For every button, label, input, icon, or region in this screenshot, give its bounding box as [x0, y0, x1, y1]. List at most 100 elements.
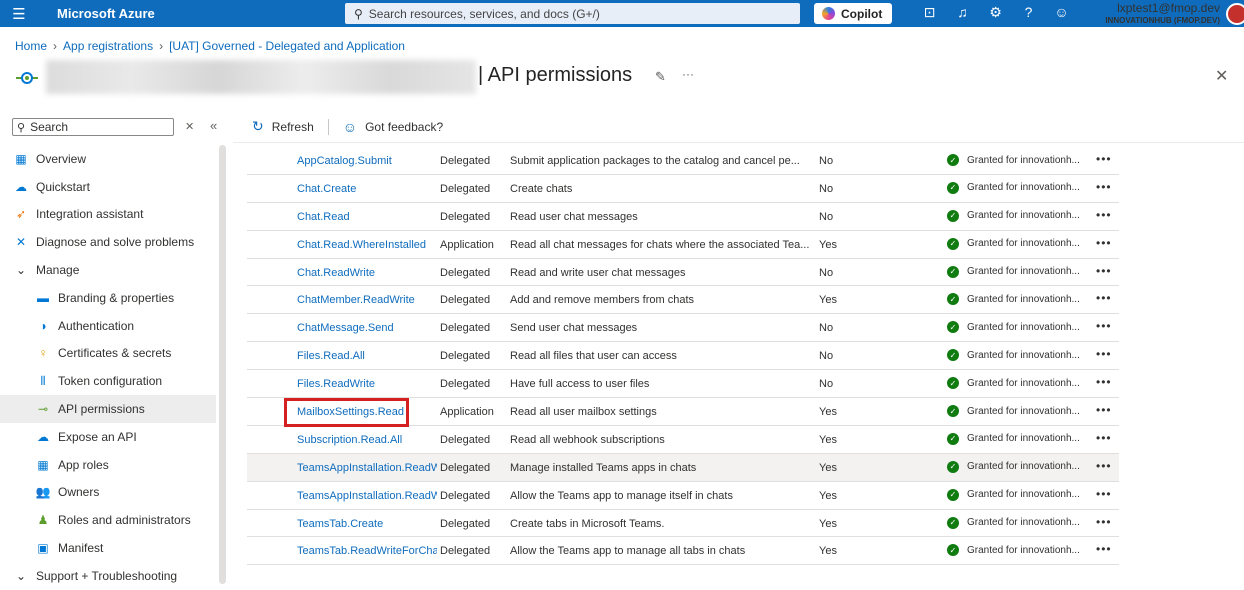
row-more-options-icon[interactable]: ••• — [1096, 515, 1112, 529]
table-row: Files.Read.All Delegated Read all files th… — [247, 342, 1119, 371]
table-row: ChatMember.ReadWrite Delegated Add and rem… — [247, 286, 1119, 315]
sidebar-item-app-roles[interactable]: ▦ App roles — [0, 451, 216, 479]
permission-name-link[interactable]: Files.Read.All — [297, 350, 437, 362]
table-row: Chat.Read Delegated Read user chat message… — [247, 203, 1119, 231]
sidebar-item-integration-assistant[interactable]: ➶ Integration assistant — [0, 201, 216, 229]
status-text: Granted for innovationh... — [967, 238, 1080, 250]
row-more-options-icon[interactable]: ••• — [1096, 431, 1112, 445]
sidebar-item-overview[interactable]: ▦ Overview — [0, 145, 216, 173]
permission-name-link[interactable]: TeamsAppInstallation.ReadW — [297, 462, 437, 474]
sidebar-item-branding-properties[interactable]: ▬ Branding & properties — [0, 284, 216, 312]
sidebar-item-label: Expose an API — [58, 429, 137, 444]
row-more-options-icon[interactable]: ••• — [1096, 236, 1112, 250]
sidebar-item-manage[interactable]: ⌄ Manage — [0, 256, 216, 284]
sidebar-item-label: Token configuration — [58, 374, 163, 389]
row-more-options-icon[interactable]: ••• — [1096, 459, 1112, 473]
notifications-icon[interactable]: ♫ — [946, 4, 979, 21]
breadcrumb-app-registrations[interactable]: App registrations — [63, 39, 153, 53]
avatar[interactable] — [1226, 3, 1244, 25]
feedback-button[interactable]: ☺ Got feedback? — [343, 119, 443, 135]
toolbar-divider — [327, 118, 329, 135]
table-row: Subscription.Read.All Delegated Read all w… — [247, 426, 1119, 454]
sidebar-item-label: Overview — [36, 151, 87, 166]
sidebar-item-certificates-secrets[interactable]: ♀ Certificates & secrets — [0, 340, 216, 368]
permissions-table: AppCatalog.Submit Delegated Submit applica… — [247, 147, 1119, 566]
permission-name-link[interactable]: Chat.Read.WhereInstalled — [297, 239, 437, 251]
permission-name-link[interactable]: Chat.Read — [297, 211, 437, 223]
help-icon[interactable]: ? — [1012, 4, 1045, 21]
settings-gear-icon[interactable]: ⚙ — [979, 4, 1012, 21]
row-more-options-icon[interactable]: ••• — [1096, 375, 1112, 389]
status-text: Granted for innovationh... — [967, 349, 1080, 361]
sidebar-item-token-configuration[interactable]: ⦀ Token configuration — [0, 367, 216, 395]
sidebar-item-diagnose-and-solve-problems[interactable]: ✕ Diagnose and solve problems — [0, 228, 216, 256]
sidebar-item-quickstart[interactable]: ☁ Quickstart — [0, 173, 216, 201]
row-more-options-icon[interactable]: ••• — [1096, 403, 1112, 417]
row-more-options-icon[interactable]: ••• — [1096, 319, 1112, 333]
checkmark-icon: ✓ — [947, 321, 959, 334]
pin-icon[interactable]: ✎ — [655, 69, 666, 85]
permission-description: Have full access to user files — [510, 378, 650, 391]
permission-description: Read user chat messages — [510, 210, 638, 223]
toolbar-divider-line — [233, 142, 1244, 143]
close-icon[interactable]: ✕ — [1215, 66, 1228, 86]
chevron-right-icon: › — [53, 39, 58, 53]
user-tenant: INNOVATIONHUB (FMOP.DEV) — [1105, 16, 1220, 25]
permission-description: Allow the Teams app to manage all tabs i… — [510, 545, 746, 558]
status-badge: ✓ Granted for innovationh... — [947, 181, 1087, 194]
feedback-icon[interactable]: ☺ — [1045, 4, 1078, 21]
copilot-button[interactable]: Copilot — [814, 3, 892, 24]
cloud-shell-icon[interactable]: ⊡ — [913, 4, 946, 21]
sidebar-search-input[interactable]: ⚲ Search — [12, 118, 174, 136]
sidebar-item-support-troubleshooting[interactable]: ⌄ Support + Troubleshooting — [0, 562, 216, 590]
global-search-input[interactable]: ⚲ Search resources, services, and docs (… — [345, 3, 800, 24]
sidebar-item-manifest[interactable]: ▣ Manifest — [0, 534, 216, 562]
sidebar-item-expose-an-api[interactable]: ☁ Expose an API — [0, 423, 216, 451]
sidebar-item-label: Owners — [58, 485, 100, 500]
permission-name-link[interactable]: AppCatalog.Submit — [297, 155, 437, 167]
permission-name-link[interactable]: TeamsTab.ReadWriteForChat — [297, 545, 437, 557]
row-more-options-icon[interactable]: ••• — [1096, 347, 1112, 361]
admin-consent-required: Yes — [819, 238, 837, 251]
row-more-options-icon[interactable]: ••• — [1096, 542, 1112, 556]
refresh-button[interactable]: ↻ Refresh — [252, 118, 314, 135]
permission-name-link[interactable]: ChatMessage.Send — [297, 322, 437, 334]
sidebar-item-label: App roles — [58, 457, 109, 472]
permission-description: Read all files that user can access — [510, 350, 677, 363]
table-row: TeamsAppInstallation.ReadW Delegated Allow… — [247, 482, 1119, 510]
breadcrumb-app[interactable]: [UAT] Governed - Delegated and Applicati… — [169, 39, 405, 53]
permission-description: Create tabs in Microsoft Teams. — [510, 517, 665, 530]
admin-consent-required: No — [819, 378, 834, 391]
row-more-options-icon[interactable]: ••• — [1096, 208, 1112, 222]
top-bar-icons: ⊡ ♫ ⚙ ? ☺ — [913, 4, 1078, 21]
row-more-options-icon[interactable]: ••• — [1096, 152, 1112, 166]
permission-name-link[interactable]: TeamsTab.Create — [297, 518, 437, 530]
sidebar-item-authentication[interactable]: ◑ Authentication — [0, 312, 216, 340]
row-more-options-icon[interactable]: ••• — [1096, 180, 1112, 194]
permission-name-link[interactable]: ChatMember.ReadWrite — [297, 294, 437, 306]
user-account[interactable]: lxptest1@fmop.dev INNOVATIONHUB (FMOP.DE… — [1088, 1, 1220, 25]
status-badge: ✓ Granted for innovationh... — [947, 293, 1087, 306]
clear-search-icon[interactable]: ✕ — [185, 120, 194, 133]
sidebar-item-roles-and-administrators[interactable]: ♟ Roles and administrators — [0, 506, 216, 534]
permission-name-link[interactable]: Files.ReadWrite — [297, 378, 437, 390]
row-more-options-icon[interactable]: ••• — [1096, 291, 1112, 305]
sidebar-item-owners[interactable]: 👥 Owners — [0, 479, 216, 507]
sidebar-scrollbar[interactable] — [219, 145, 226, 584]
permission-name-link[interactable]: Chat.ReadWrite — [297, 267, 437, 279]
permission-name-link[interactable]: TeamsAppInstallation.ReadW — [297, 490, 437, 502]
more-options-icon[interactable]: ··· — [682, 67, 694, 81]
permission-type: Delegated — [440, 182, 491, 195]
sidebar-item-api-permissions[interactable]: ⊸ API permissions — [0, 395, 216, 423]
permission-name-link[interactable]: Chat.Create — [297, 183, 437, 195]
brand-title[interactable]: Microsoft Azure — [57, 6, 345, 21]
row-more-options-icon[interactable]: ••• — [1096, 264, 1112, 278]
row-more-options-icon[interactable]: ••• — [1096, 487, 1112, 501]
command-bar: ↻ Refresh ☺ Got feedback? — [252, 118, 443, 135]
status-badge: ✓ Granted for innovationh... — [947, 460, 1087, 473]
permission-name-link[interactable]: Subscription.Read.All — [297, 434, 437, 446]
collapse-sidebar-icon[interactable]: « — [210, 118, 217, 133]
checkmark-icon: ✓ — [947, 237, 959, 250]
breadcrumb-home[interactable]: Home — [15, 39, 47, 53]
hamburger-menu-icon[interactable]: ☰ — [0, 5, 38, 23]
